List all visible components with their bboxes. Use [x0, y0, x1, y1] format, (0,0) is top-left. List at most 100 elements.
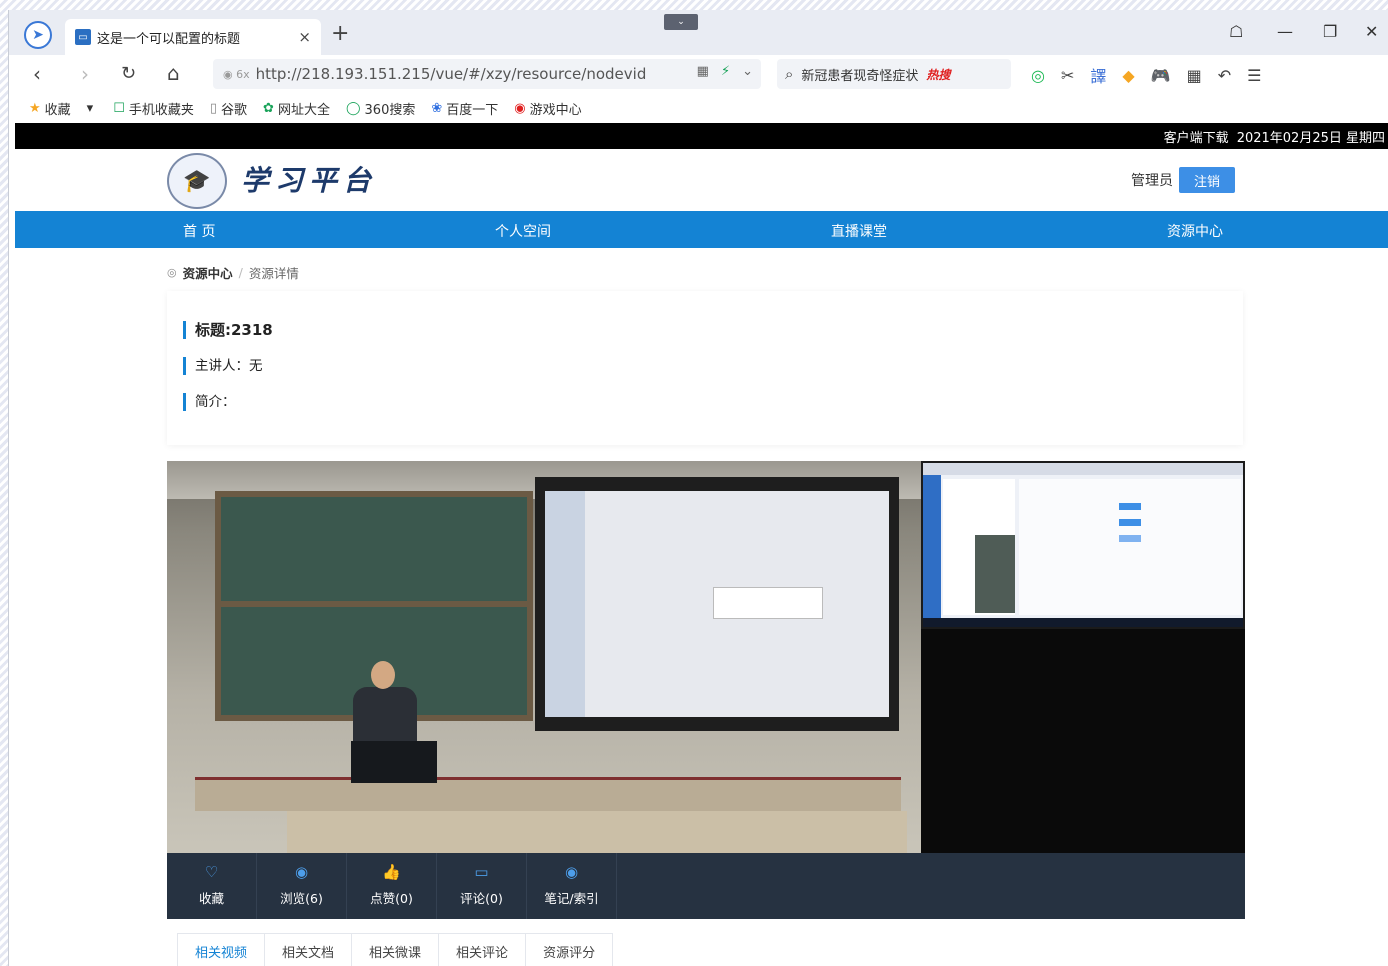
tab-related-videos[interactable]: 相关视频 [177, 933, 266, 966]
baidu-icon: ❀ [431, 100, 443, 116]
views-button[interactable]: ◉ 浏览(6) [257, 853, 347, 919]
nav-live-classroom[interactable]: 直播课堂 [831, 221, 887, 241]
tab-related-comments[interactable]: 相关评论 [438, 933, 527, 966]
address-bar-row: ‹ › ↻ ⌂ ◉ 6x http://218.193.151.215/vue/… [9, 55, 1388, 93]
game-center-icon: ◉ [514, 100, 526, 116]
game-icon[interactable]: 🎮 [1151, 66, 1171, 85]
new-tab-button[interactable]: + [331, 21, 349, 46]
projector-screen [535, 477, 899, 731]
nav-home[interactable]: 首 页 [183, 221, 215, 241]
qr-code-icon[interactable]: ▦ [697, 64, 709, 79]
back-button[interactable]: ‹ [33, 62, 41, 86]
lecture-desk [195, 777, 901, 811]
bookmark-label: 游戏中心 [529, 102, 582, 118]
browser-window: ➤ ▭ 这是一个可以配置的标题 × + ⌄ ☖ — ❐ ✕ ‹ › ↻ ⌂ ◉ … [8, 10, 1388, 966]
notes-index-button[interactable]: ◉ 笔记/索引 [527, 853, 617, 919]
client-download-link[interactable]: 客户端下载 [1164, 127, 1229, 146]
tab-bar: ➤ ▭ 这是一个可以配置的标题 × + ⌄ ☖ — ❐ ✕ [9, 10, 1388, 55]
tab-list-toggle[interactable]: ⌄ [664, 14, 698, 30]
related-tabs: 相关视频 相关文档 相关微课 相关评论 资源评分 [177, 933, 614, 966]
like-button[interactable]: 👍 点赞(0) [347, 853, 437, 919]
bookmark-mobile[interactable]: ☐ 手机收藏夹 [113, 99, 194, 118]
action-label: 笔记/索引 [544, 891, 599, 906]
tab-related-docs[interactable]: 相关文档 [264, 933, 353, 966]
undo-icon[interactable]: ↶ [1218, 66, 1231, 85]
breadcrumb-resource-center[interactable]: 资源中心 [183, 263, 233, 282]
bookmark-favorites[interactable]: ★ 收藏 [29, 99, 71, 118]
bookmark-baidu[interactable]: ❀ 百度一下 [431, 99, 498, 118]
main-nav: 首 页 个人空间 直播课堂 资源中心 [15, 211, 1388, 248]
bookmark-360[interactable]: ◯ 360搜索 [346, 99, 415, 118]
apps-icon[interactable]: ▦ [1187, 66, 1202, 85]
favorite-button[interactable]: ♡ 收藏 [167, 853, 257, 919]
page-icon: ▯ [209, 100, 218, 116]
breadcrumb-separator: / [238, 265, 243, 280]
chat-icon[interactable]: ◎ [1031, 66, 1045, 85]
bookmark-games[interactable]: ◉ 游戏中心 [514, 99, 581, 118]
favicon-icon: ▭ [75, 29, 91, 45]
bookmark-label: 手机收藏夹 [128, 102, 194, 118]
eye-icon: ◉ [564, 863, 579, 881]
user-role: 管理员 [1131, 173, 1173, 189]
restore-button[interactable]: ❐ [1323, 22, 1337, 41]
bookmark-dropdown[interactable]: ▾ [87, 101, 98, 116]
video-action-bar: ♡ 收藏 ◉ 浏览(6) 👍 点赞(0) ▭ 评论(0) ◉ 笔记/索引 [167, 853, 1245, 919]
nav-resource-center[interactable]: 资源中心 [1167, 221, 1223, 241]
coupon-icon[interactable]: ◆ [1122, 66, 1134, 85]
nav-personal-space[interactable]: 个人空间 [495, 221, 551, 241]
resource-intro: 简介： [183, 393, 236, 411]
classroom-video[interactable] [167, 461, 921, 853]
menu-icon[interactable]: ☰ [1247, 66, 1261, 85]
graduation-cap-icon: 🎓 [167, 153, 227, 209]
screen-capture-video[interactable] [921, 461, 1245, 629]
skin-icon[interactable]: ☖ [1229, 22, 1243, 41]
resource-speaker: 主讲人：无 [183, 357, 263, 375]
comment-button[interactable]: ▭ 评论(0) [437, 853, 527, 919]
student-desks [287, 811, 907, 853]
bookmark-google[interactable]: ▯ 谷歌 [210, 99, 247, 118]
hot-search-badge: 热搜 [926, 67, 951, 82]
desk-monitor [351, 741, 437, 783]
browser-tab[interactable]: ▭ 这是一个可以配置的标题 × [65, 19, 321, 55]
action-label: 点赞(0) [370, 891, 413, 906]
top-strip: 客户端下载 2021年02月25日 星期四 [15, 123, 1388, 149]
reload-button[interactable]: ↻ [121, 63, 136, 84]
forward-button[interactable]: › [81, 62, 89, 86]
tab-title: 这是一个可以配置的标题 [97, 31, 241, 47]
bookmarks-bar: ★ 收藏 ▾ ☐ 手机收藏夹 ▯ 谷歌 ✿ 网址大全 ◯ 360搜索 ❀ 百度一下 ◉ 游戏中… [9, 93, 1388, 123]
search-suggestion: 新冠患者现奇怪症状 [801, 68, 919, 84]
tab-related-microcourses[interactable]: 相关微课 [351, 933, 440, 966]
close-window-button[interactable]: ✕ [1365, 22, 1378, 41]
minimize-button[interactable]: — [1277, 22, 1293, 41]
speed-mode-icon[interactable]: ⚡ [721, 64, 730, 79]
tab-resource-rating[interactable]: 资源评分 [525, 933, 614, 966]
bookmark-hao[interactable]: ✿ 网址大全 [263, 99, 330, 118]
search360-icon: ◯ [345, 100, 361, 116]
site-header: 🎓 学习平台 管理员 注销 [15, 149, 1388, 211]
url-input[interactable]: ◉ 6x http://218.193.151.215/vue/#/xzy/re… [213, 59, 761, 89]
url-dropdown-icon[interactable]: ⌄ [742, 64, 753, 79]
browser-menu-icon[interactable]: ➤ [24, 21, 52, 49]
search-input[interactable]: ⌕ 新冠患者现奇怪症状 热搜 [777, 59, 1011, 89]
chevron-down-icon: ▾ [86, 100, 94, 116]
bookmark-label: 网址大全 [277, 102, 330, 118]
toolbar-icons: ◎ ✂ 譯 ◆ 🎮 ▦ ↶ ☰ [1031, 63, 1262, 87]
resource-title: 标题:2318 [183, 321, 273, 339]
search-icon[interactable]: ⌕ [785, 65, 793, 83]
logout-button[interactable]: 注销 [1179, 167, 1235, 193]
hao-icon: ✿ [263, 100, 274, 116]
home-button[interactable]: ⌂ [167, 61, 180, 85]
star-icon: ★ [29, 100, 41, 116]
bookmark-label: 百度一下 [446, 102, 499, 118]
tab-close-icon[interactable]: × [298, 28, 311, 46]
translate-icon[interactable]: 譯 [1090, 63, 1106, 87]
site-security-icon[interactable]: ◉ 6x [223, 68, 250, 81]
breadcrumb-current: 资源详情 [248, 266, 299, 281]
bookmark-label: 360搜索 [364, 102, 416, 118]
location-pin-icon: ◎ [167, 266, 177, 279]
screenshot-icon[interactable]: ✂ [1061, 66, 1074, 85]
video-player[interactable]: ♡ 收藏 ◉ 浏览(6) 👍 点赞(0) ▭ 评论(0) ◉ 笔记/索引 [167, 461, 1245, 919]
eye-icon: ◉ [294, 863, 309, 881]
site-title: 学习平台 [241, 164, 378, 197]
thumbs-up-icon: 👍 [382, 863, 401, 881]
